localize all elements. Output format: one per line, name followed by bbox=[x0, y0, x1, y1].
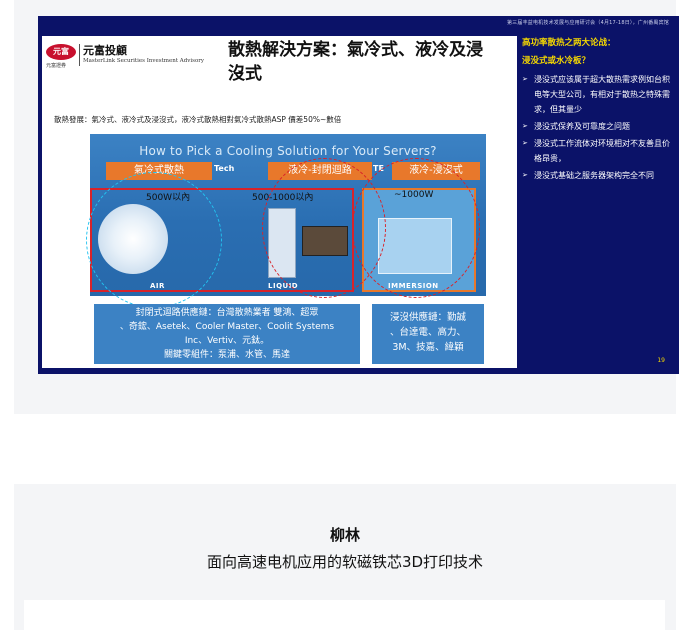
speaker-topic: 面向高速电机应用的软磁铁芯3D打印技术 bbox=[206, 553, 484, 571]
bullet-item: 浸没式工作流体对环境相对不友善且价格昂贵， bbox=[522, 136, 676, 166]
masterlink-logo-icon: 元富 bbox=[46, 44, 76, 60]
slide-page-number: 19 bbox=[657, 357, 665, 364]
slide-subtitle: 散熱發展：氣冷式、液冷式及浸沒式，液冷式散熱相對氣冷式散熱ASP 價差50%~數… bbox=[54, 115, 342, 124]
supply-chain-closed-loop: 封閉式迴路供應鏈：台灣散熱業者 雙鴻、超眾 、奇鋐、Asetek、Cooler … bbox=[94, 304, 360, 364]
supply-chain-immersion: 浸沒供應鏈：勤誠 、台達電、高力、 3M、技嘉、緯穎 bbox=[372, 304, 484, 364]
article-page: 第三届丰益电机技术发展与应用研讨会（4月17-18日），广州番禺宾馆 元富 元富… bbox=[0, 0, 688, 630]
supply-line: 、奇鋐、Asetek、Cooler Master、Coolit Systems bbox=[119, 322, 335, 332]
logo-subtext: 元富證券 bbox=[46, 63, 67, 69]
question-subtitle: 浸没式或水冷板？ bbox=[522, 56, 591, 66]
supply-line: 浸沒供應鏈：勤誠 bbox=[389, 312, 466, 323]
question-title: 高功率散热之两大论战： bbox=[522, 38, 616, 48]
supply-line: 關鍵零組件：泵浦、水管、馬達 bbox=[163, 350, 290, 360]
tech-label: Tech bbox=[214, 164, 235, 173]
next-slide-area bbox=[24, 600, 665, 630]
logo-divider bbox=[79, 44, 80, 66]
panel-title: How to Pick a Cooling Solution for Your … bbox=[139, 144, 437, 158]
slide-header: 第三届丰益电机技术发展与应用研讨会（4月17-18日），广州番禺宾馆 bbox=[506, 20, 669, 26]
bullet-item: 浸没式保养及可靠度之问题 bbox=[522, 119, 676, 134]
bullet-item: 浸没式基础之服务器架构完全不同 bbox=[522, 168, 676, 183]
logo-english-name: MasterLink Securities Investment Advisor… bbox=[83, 58, 204, 64]
highlight-circle-red-2 bbox=[352, 158, 480, 298]
slide-card: 第三届丰益电机技术发展与应用研讨会（4月17-18日），广州番禺宾馆 元富 元富… bbox=[14, 0, 679, 414]
supply-line: Inc、Vertiv、元鈦。 bbox=[184, 336, 270, 346]
supply-line: 、台達電、高力、 bbox=[389, 327, 466, 338]
slide-title: 散熱解決方案：氣冷式、液冷及浸沒式 bbox=[228, 40, 483, 84]
highlight-circle-blue bbox=[86, 172, 222, 308]
logo-name: 元富投顧 bbox=[83, 44, 127, 57]
speaker-name: 柳林 bbox=[329, 526, 360, 544]
slide-content: 元富 元富證券 元富投顧 MasterLink Securities Inves… bbox=[42, 36, 517, 368]
bullet-item: 浸没式应该属于超大散热需求例如台积电等大型公司，有相对于散热之特殊需求，但其量少 bbox=[522, 72, 676, 117]
bullet-list: 浸没式应该属于超大散热需求例如台积电等大型公司，有相对于散热之特殊需求，但其量少… bbox=[522, 72, 676, 183]
supply-line: 3M、技嘉、緯穎 bbox=[392, 342, 464, 353]
presentation-slide: 第三届丰益电机技术发展与应用研讨会（4月17-18日），广州番禺宾馆 元富 元富… bbox=[38, 16, 679, 374]
speaker-card: 柳林 面向高速电机应用的软磁铁芯3D打印技术 bbox=[14, 484, 676, 630]
supply-line: 封閉式迴路供應鏈：台灣散熱業者 雙鴻、超眾 bbox=[135, 308, 319, 318]
cooling-solution-panel: How to Pick a Cooling Solution for Your … bbox=[86, 134, 486, 308]
discussion-panel: 高功率散热之两大论战： 浸没式或水冷板？ 浸没式应该属于超大散热需求例如台积电等… bbox=[522, 36, 676, 185]
